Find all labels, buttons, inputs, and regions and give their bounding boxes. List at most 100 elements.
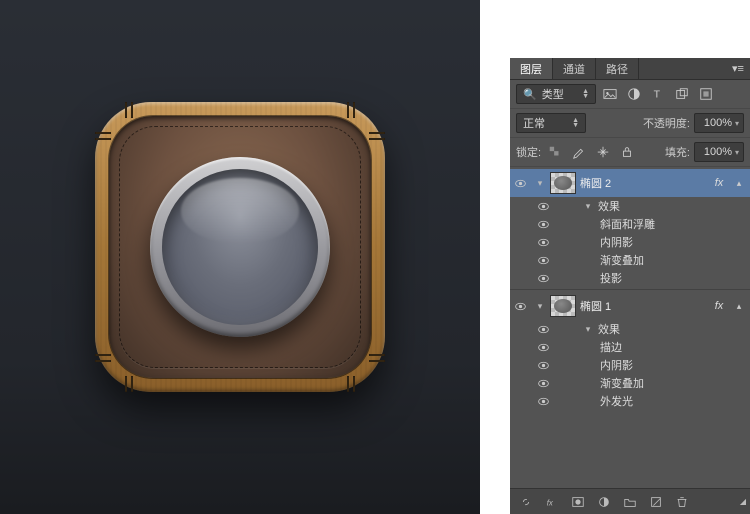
panel-bottom-bar: fx ◢	[510, 488, 750, 514]
visibility-toggle[interactable]	[534, 236, 552, 249]
fx-badge[interactable]: fx	[710, 300, 728, 312]
stepper-arrows-icon: ▲▼	[582, 89, 589, 99]
visibility-toggle[interactable]	[510, 300, 530, 313]
blend-mode-select[interactable]: 正常 ▲▼	[516, 113, 586, 133]
notch	[369, 354, 385, 356]
tab-layers[interactable]: 图层	[510, 58, 553, 79]
layer-mask-icon[interactable]	[566, 492, 590, 512]
notch	[95, 132, 111, 134]
layer-row[interactable]: ▾ 椭圆 1 fx ▴	[510, 292, 750, 320]
resize-grip-icon[interactable]: ◢	[740, 497, 746, 506]
trash-icon[interactable]	[670, 492, 694, 512]
lock-row: 锁定: 填充: 100% ▾	[510, 138, 750, 167]
blend-mode-label: 正常	[523, 115, 545, 131]
opacity-value: 100%	[704, 117, 732, 129]
notch	[347, 376, 349, 392]
layer-row[interactable]: ▾ 椭圆 2 fx ▴	[510, 169, 750, 197]
filter-row: 🔍 类型 ▲▼ T	[510, 80, 750, 109]
filter-type-label: 类型	[542, 86, 564, 102]
effect-name: 斜面和浮雕	[600, 216, 655, 232]
visibility-toggle[interactable]	[534, 323, 552, 336]
fx-twirl-icon[interactable]: ▴	[732, 178, 746, 189]
new-layer-icon[interactable]	[644, 492, 668, 512]
effect-name: 内阴影	[600, 234, 633, 250]
lock-position-icon[interactable]	[593, 142, 613, 162]
visibility-toggle[interactable]	[534, 272, 552, 285]
notch	[131, 102, 133, 118]
effect-item[interactable]: 渐变叠加	[510, 374, 750, 392]
visibility-toggle[interactable]	[534, 218, 552, 231]
effect-name: 渐变叠加	[600, 375, 644, 391]
visibility-toggle[interactable]	[510, 177, 530, 190]
notch	[131, 376, 133, 392]
notch	[347, 102, 349, 118]
effect-item[interactable]: 渐变叠加	[510, 251, 750, 269]
visibility-toggle[interactable]	[534, 254, 552, 267]
layer-item: ▾ 椭圆 1 fx ▴ ▾ 效果 描边 内阴影 渐变叠加 外发光	[510, 290, 750, 412]
panel-menu-icon[interactable]: ▾≡	[726, 58, 750, 79]
filter-pixel-icon[interactable]	[600, 84, 620, 104]
effect-item[interactable]: 外发光	[510, 392, 750, 410]
filter-text-icon[interactable]: T	[648, 84, 668, 104]
tab-channels[interactable]: 通道	[553, 58, 596, 79]
fill-input[interactable]: 100% ▾	[694, 142, 744, 162]
visibility-toggle[interactable]	[534, 341, 552, 354]
twirl-down-icon[interactable]: ▾	[582, 201, 594, 212]
stepper-arrows-icon: ▲▼	[572, 118, 579, 128]
visibility-toggle[interactable]	[534, 377, 552, 390]
chevron-down-icon: ▾	[735, 119, 739, 128]
twirl-down-icon[interactable]: ▾	[534, 301, 546, 312]
filter-adjust-icon[interactable]	[624, 84, 644, 104]
visibility-toggle[interactable]	[534, 359, 552, 372]
opacity-input[interactable]: 100% ▾	[694, 113, 744, 133]
layer-thumbnail[interactable]	[550, 295, 576, 317]
layer-thumbnail[interactable]	[550, 172, 576, 194]
effect-name: 描边	[600, 339, 622, 355]
fx-twirl-icon[interactable]: ▴	[732, 301, 746, 312]
effects-label: 效果	[598, 198, 620, 214]
notch	[353, 102, 355, 118]
twirl-down-icon[interactable]: ▾	[582, 324, 594, 335]
effect-item[interactable]: 投影	[510, 269, 750, 287]
tab-paths[interactable]: 路径	[596, 58, 639, 79]
layer-name[interactable]: 椭圆 2	[580, 175, 706, 191]
notch	[95, 360, 111, 362]
filter-type-select[interactable]: 🔍 类型 ▲▼	[516, 84, 596, 104]
effect-item[interactable]: 描边	[510, 338, 750, 356]
panel-tabs: 图层 通道 路径 ▾≡	[510, 58, 750, 80]
effect-name: 投影	[600, 270, 622, 286]
fx-badge[interactable]: fx	[710, 177, 728, 189]
lock-brush-icon[interactable]	[569, 142, 589, 162]
effects-label: 效果	[598, 321, 620, 337]
layer-item: ▾ 椭圆 2 fx ▴ ▾ 效果 斜面和浮雕 内阴影 渐变叠加 投影	[510, 167, 750, 289]
visibility-toggle[interactable]	[534, 200, 552, 213]
filter-smart-icon[interactable]	[696, 84, 716, 104]
link-layers-icon[interactable]	[514, 492, 538, 512]
blend-row: 正常 ▲▼ 不透明度: 100% ▾	[510, 109, 750, 138]
opacity-label: 不透明度:	[643, 115, 690, 131]
button-face	[162, 169, 318, 325]
filter-shape-icon[interactable]	[672, 84, 692, 104]
visibility-toggle[interactable]	[534, 395, 552, 408]
lock-transparent-icon[interactable]	[545, 142, 565, 162]
effects-header: ▾ 效果	[510, 320, 750, 338]
group-folder-icon[interactable]	[618, 492, 642, 512]
effect-item[interactable]: 内阴影	[510, 356, 750, 374]
layer-fx-icon[interactable]: fx	[540, 492, 564, 512]
chevron-down-icon: ▾	[735, 148, 739, 157]
svg-text:fx: fx	[547, 498, 554, 507]
effect-name: 内阴影	[600, 357, 633, 373]
effect-item[interactable]: 斜面和浮雕	[510, 215, 750, 233]
notch	[369, 360, 385, 362]
layer-name[interactable]: 椭圆 1	[580, 298, 706, 314]
lock-label: 锁定:	[516, 144, 541, 160]
effect-item[interactable]: 内阴影	[510, 233, 750, 251]
metal-ring	[150, 157, 330, 337]
svg-text:T: T	[654, 89, 661, 101]
fill-adjustment-icon[interactable]	[592, 492, 616, 512]
fill-label: 填充:	[665, 144, 690, 160]
lock-all-icon[interactable]	[617, 142, 637, 162]
icon-artwork	[95, 102, 385, 392]
twirl-down-icon[interactable]: ▾	[534, 178, 546, 189]
notch	[125, 102, 127, 118]
